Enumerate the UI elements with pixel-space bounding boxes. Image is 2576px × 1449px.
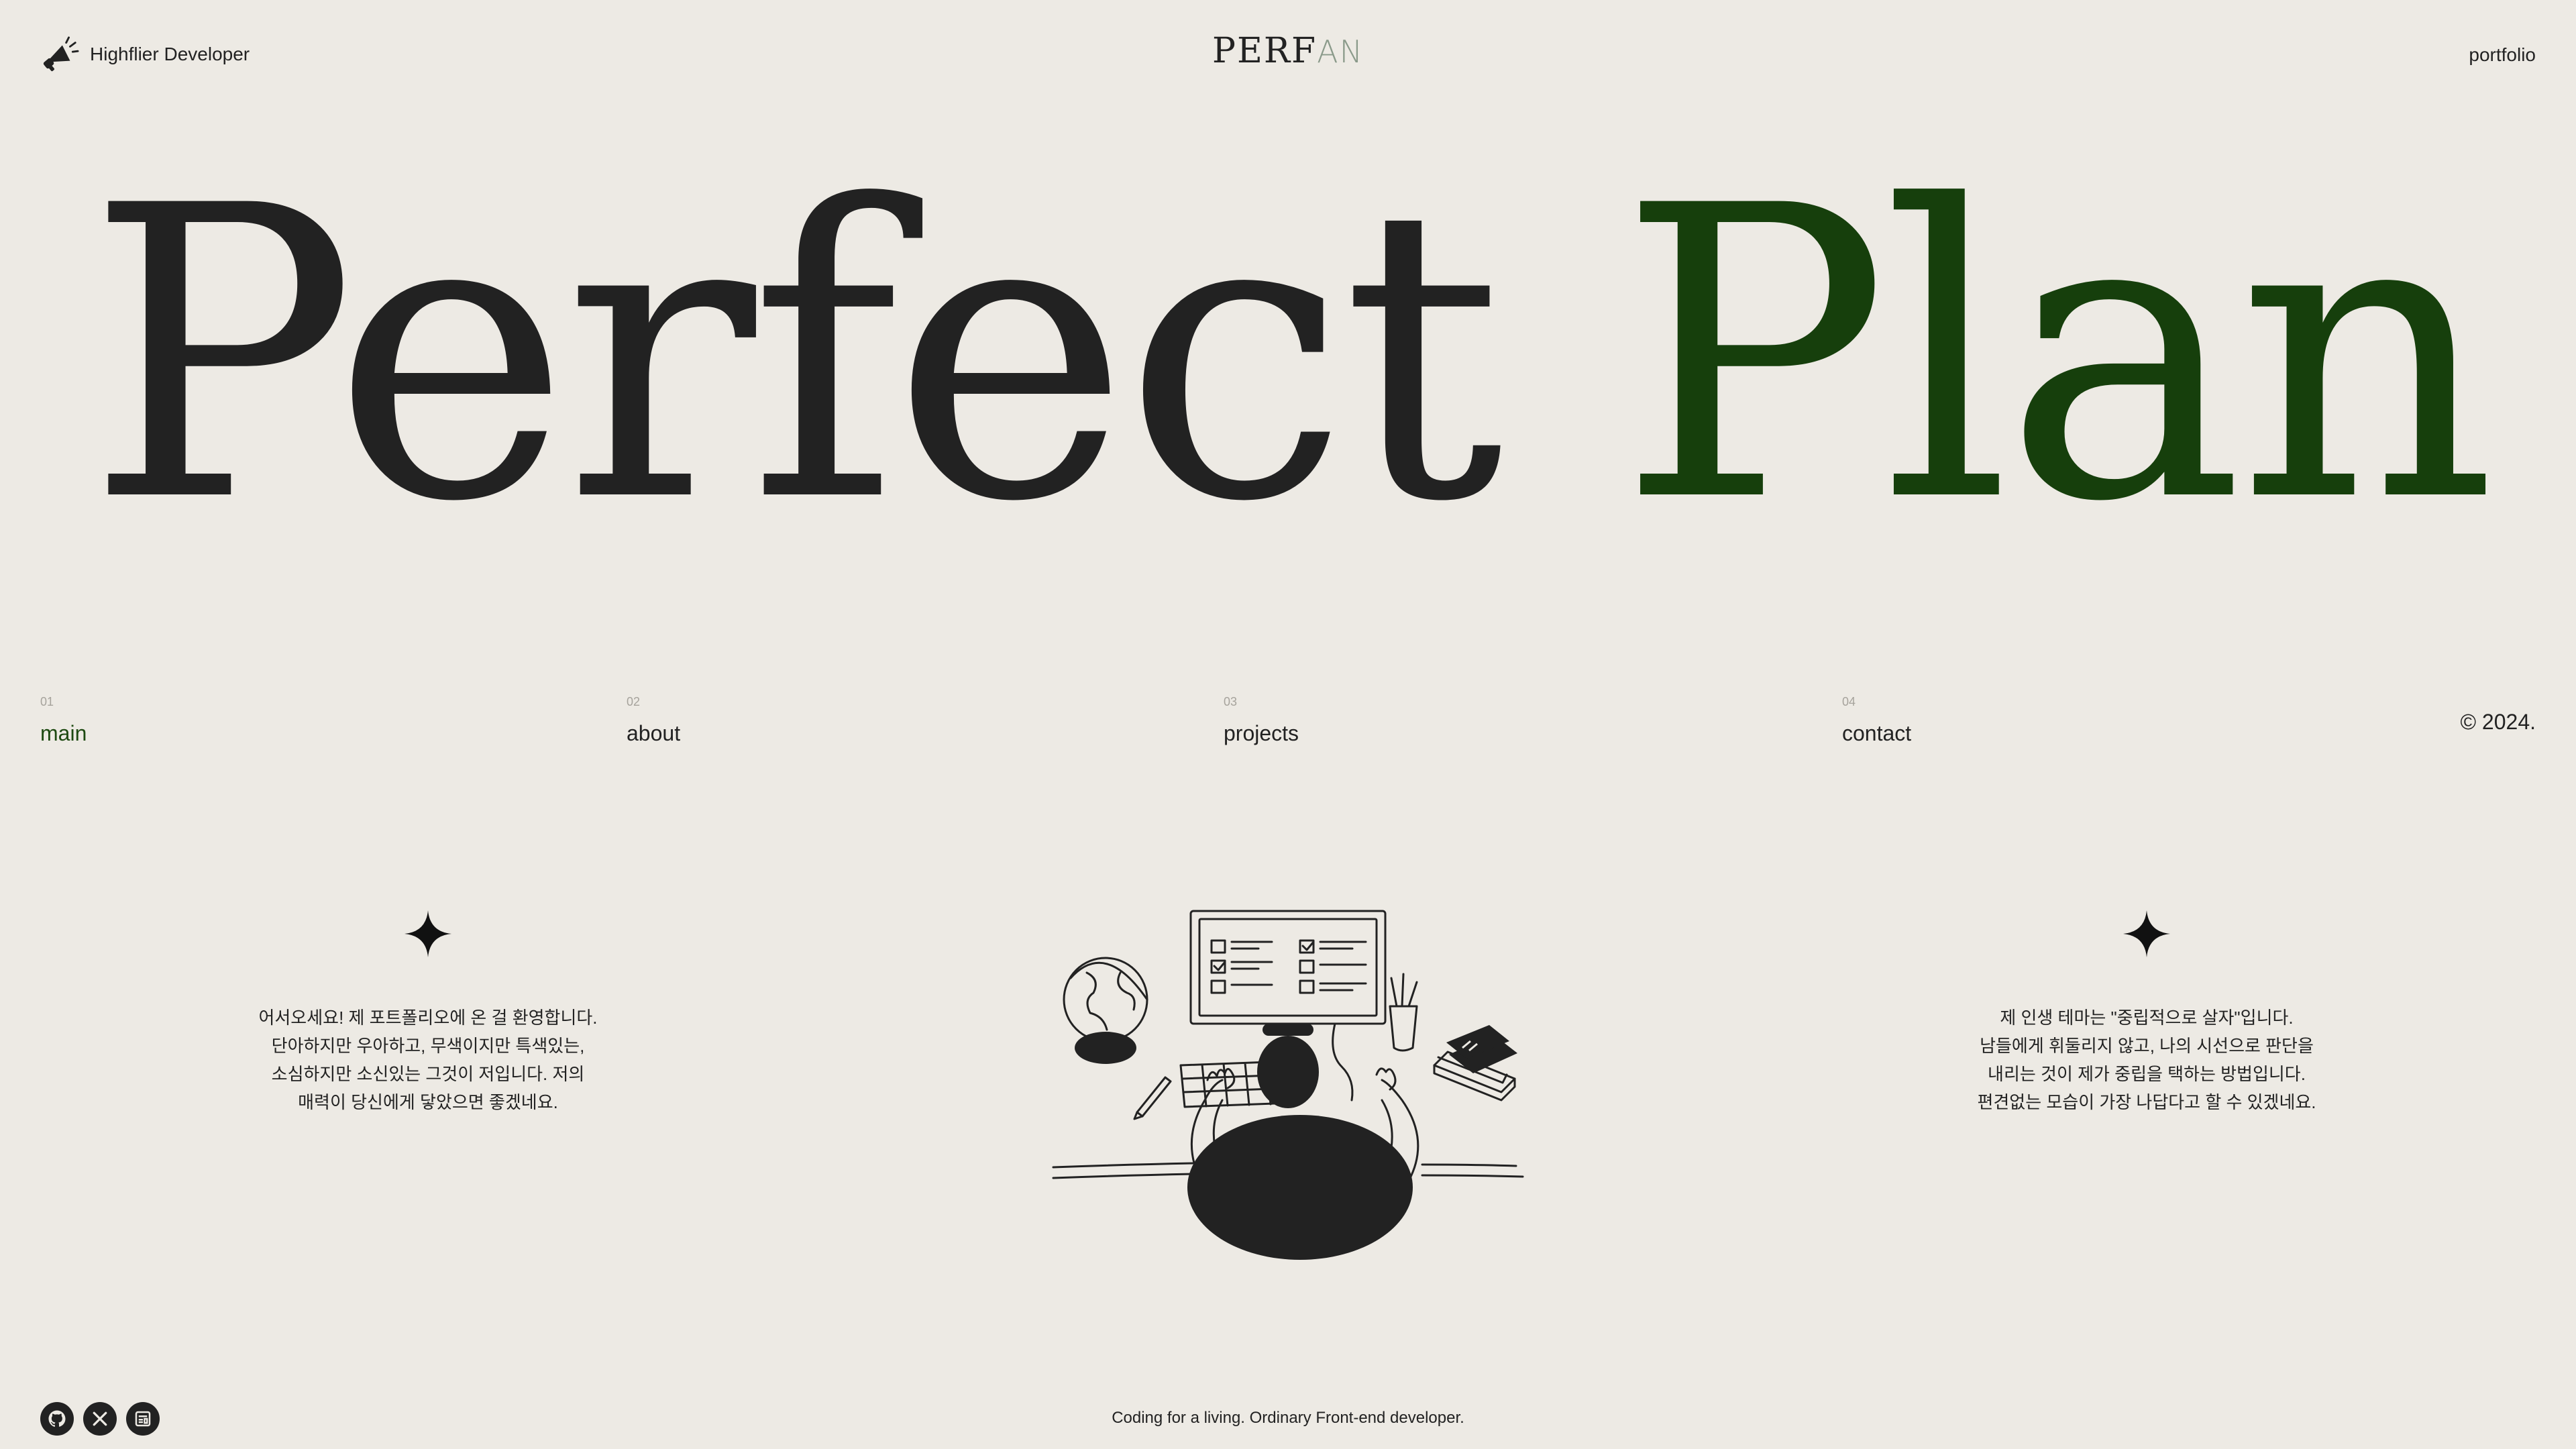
nav-number: 03	[1224, 695, 1238, 708]
intro-line: 단아하지만 우아하고, 무색이지만 특색있는,	[271, 1036, 585, 1056]
intro-line: 매력이 당신에게 닿았으면 좋겠네요.	[298, 1092, 558, 1112]
nav-item-about[interactable]: 02 about	[627, 695, 680, 746]
nav-number: 04	[1842, 695, 1856, 708]
nav-item-projects[interactable]: 03 projects	[1224, 695, 1299, 746]
nav-label: about	[627, 721, 681, 745]
intro-line: 제 인생 테마는 "중립적으로 살자"입니다.	[2000, 1008, 2294, 1028]
portfolio-link[interactable]: portfolio	[2469, 44, 2536, 66]
intro-left-text: 어서오세요! 제 포트폴리오에 온 걸 환영합니다. 단아하지만 우아하고, 무…	[213, 1004, 643, 1116]
hero-word-perfect: Perfect	[86, 121, 1503, 590]
intro-line: 편견없는 모습이 가장 나답다고 할 수 있겠네요.	[1977, 1092, 2316, 1112]
hero-title: Perfect Plan	[0, 154, 2576, 557]
hero-word-plan: Plan	[1617, 121, 2497, 590]
sparkle-icon	[2123, 910, 2170, 957]
nav-label: projects	[1224, 721, 1299, 745]
intro-line: 남들에게 휘둘리지 않고, 나의 시선으로 판단을	[1980, 1036, 2314, 1056]
intro-line: 소심하지만 소신있는 그것이 저입니다. 저의	[271, 1064, 585, 1084]
logo-part-1: PERF	[1212, 31, 1318, 71]
nav-label: main	[40, 721, 87, 745]
intro-line: 내리는 것이 제가 중립을 택하는 방법입니다.	[1988, 1064, 2306, 1084]
nav-item-contact[interactable]: 04 contact	[1842, 695, 1911, 746]
developer-at-desk-illustration	[1052, 910, 1524, 1260]
site-logo[interactable]: PERFAN	[0, 31, 2576, 71]
copyright: © 2024.	[2460, 710, 2536, 734]
footer-tagline: Coding for a living. Ordinary Front-end …	[1112, 1409, 1464, 1427]
sparkle-icon	[405, 910, 451, 957]
logo-part-2: AN	[1317, 34, 1364, 70]
nav-label: contact	[1842, 721, 1912, 745]
nav-number: 01	[40, 695, 54, 708]
nav-item-main[interactable]: 01 main	[40, 695, 87, 746]
intro-right-text: 제 인생 테마는 "중립적으로 살자"입니다. 남들에게 휘둘리지 않고, 나의…	[1932, 1004, 2361, 1116]
intro-line: 어서오세요! 제 포트폴리오에 온 걸 환영합니다.	[258, 1008, 598, 1028]
nav-number: 02	[627, 695, 641, 708]
